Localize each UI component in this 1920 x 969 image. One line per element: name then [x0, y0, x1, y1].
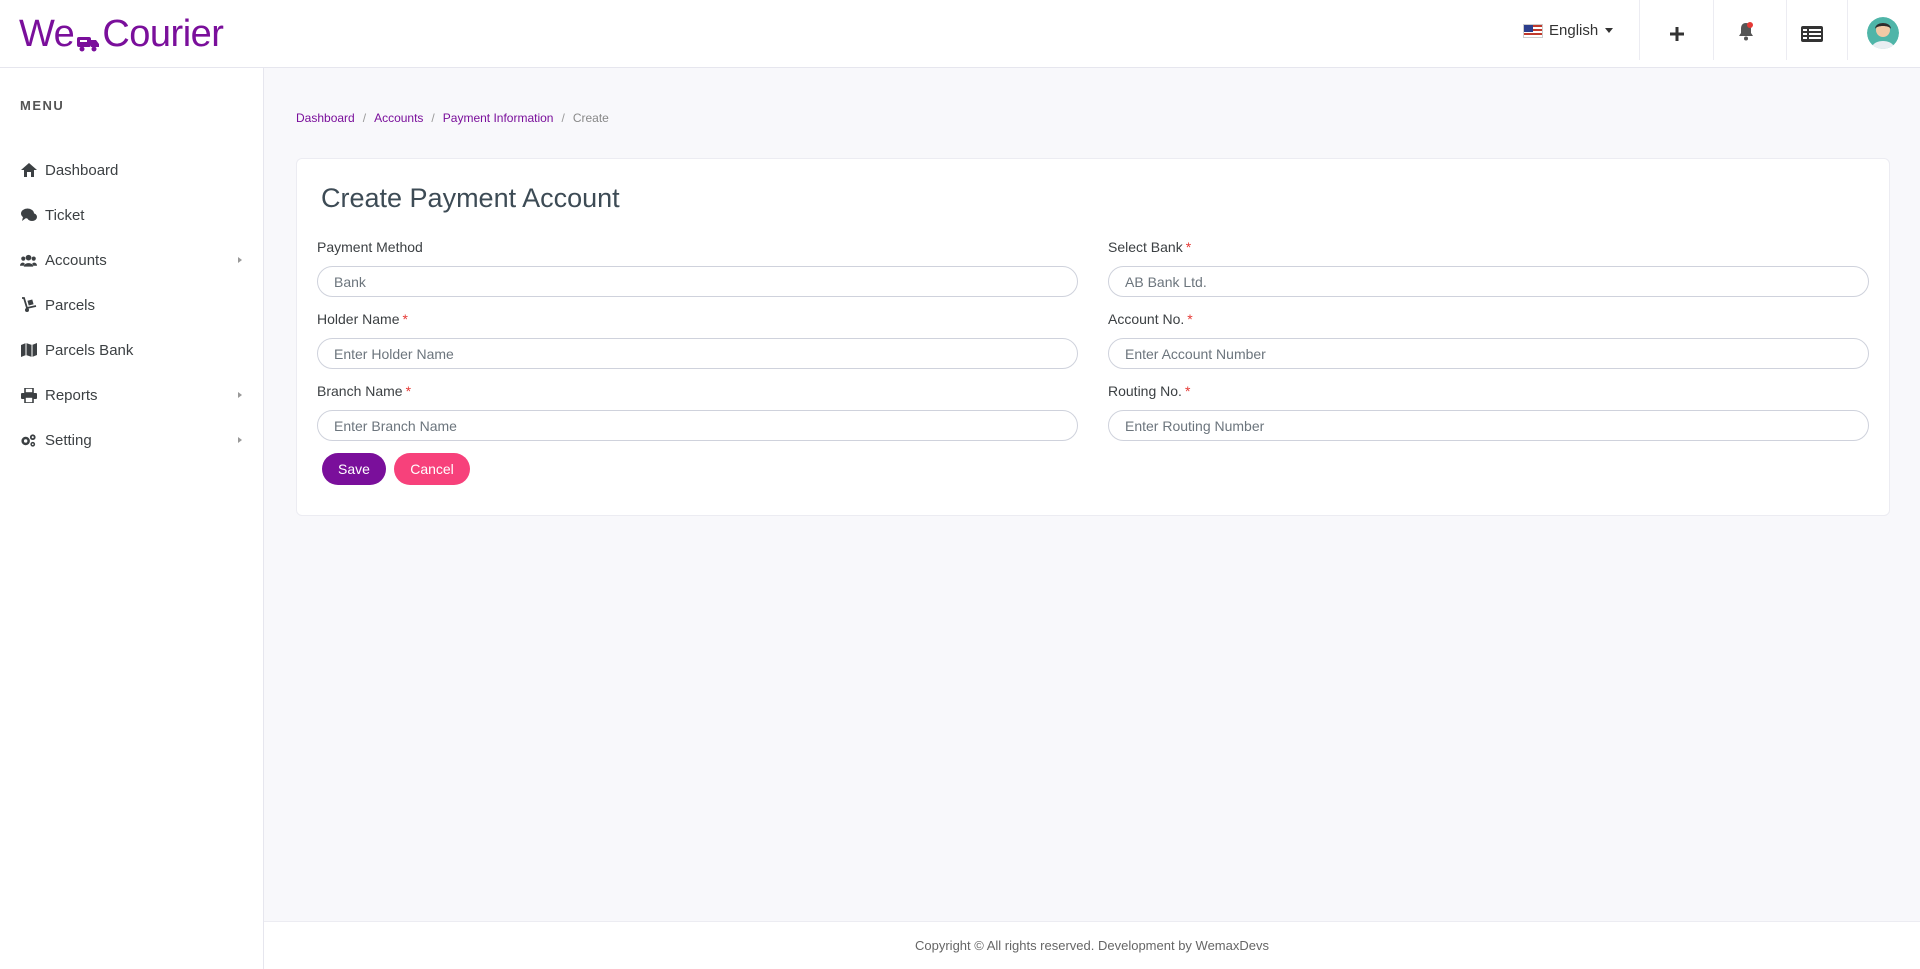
branch-name-input[interactable] — [317, 410, 1078, 441]
sidebar-item-dashboard[interactable]: Dashboard — [0, 153, 264, 187]
breadcrumb-current: Create — [572, 111, 609, 125]
required-mark: * — [1185, 239, 1192, 255]
home-icon — [20, 162, 37, 179]
account-no-label-text: Account No. — [1108, 311, 1185, 327]
header-divider — [1786, 0, 1787, 60]
payment-account-form-card: Create Payment Account Payment Method Se… — [296, 158, 1890, 516]
breadcrumb-separator: / — [561, 111, 565, 125]
holder-name-label: Holder Name * — [317, 311, 408, 327]
sidebar-item-parcels-bank[interactable]: Parcels Bank — [0, 333, 264, 367]
sidebar-item-label: Parcels — [45, 296, 96, 314]
chevron-right-icon — [238, 437, 242, 443]
breadcrumb-separator: / — [362, 111, 367, 125]
notification-button[interactable] — [1729, 14, 1763, 48]
us-flag-icon — [1523, 23, 1543, 38]
chevron-right-icon — [238, 257, 242, 263]
caret-down-icon — [1605, 28, 1614, 33]
sidebar-item-reports[interactable]: Reports — [0, 378, 264, 412]
required-mark: * — [1187, 311, 1193, 327]
breadcrumb-accounts[interactable]: Accounts — [374, 111, 423, 125]
routing-no-label: Routing No. * — [1108, 383, 1190, 399]
save-button[interactable]: Save — [322, 453, 386, 485]
sidebar-item-label: Accounts — [45, 251, 107, 269]
sidebar-item-label: Setting — [45, 431, 92, 449]
select-bank-field[interactable] — [1108, 266, 1869, 297]
required-mark: * — [402, 311, 408, 327]
language-label: English — [1549, 22, 1599, 39]
sidebar-item-label: Ticket — [45, 206, 85, 224]
account-no-label: Account No. * — [1108, 311, 1193, 327]
gears-icon — [20, 432, 37, 449]
map-icon — [20, 342, 37, 359]
header-divider — [1639, 0, 1640, 60]
breadcrumb-dashboard[interactable]: Dashboard — [296, 111, 355, 125]
payment-method-label-text: Payment Method — [317, 239, 423, 255]
cancel-button[interactable]: Cancel — [394, 453, 470, 485]
breadcrumb-separator: / — [431, 111, 435, 125]
routing-no-label-text: Routing No. — [1108, 383, 1182, 399]
branch-name-label: Branch Name * — [317, 383, 411, 399]
branch-name-label-text: Branch Name — [317, 383, 403, 399]
chevron-right-icon — [238, 392, 242, 398]
header-divider — [1713, 0, 1714, 60]
sidebar-item-ticket[interactable]: Ticket — [0, 198, 264, 232]
add-button[interactable] — [1660, 17, 1694, 51]
sidebar-item-label: Reports — [45, 386, 98, 404]
logo-text-right: Courier — [102, 12, 224, 55]
language-selector[interactable]: English — [1523, 22, 1614, 39]
logo-text-left: We — [19, 12, 75, 55]
sidebar-item-parcels[interactable]: Parcels — [0, 288, 264, 322]
sidebar-item-accounts[interactable]: Accounts — [0, 243, 264, 277]
select-bank-label: Select Bank * — [1108, 239, 1191, 255]
menu-list-button[interactable] — [1795, 17, 1829, 51]
sidebar-item-label: Parcels Bank — [45, 341, 134, 359]
printer-icon — [20, 387, 37, 404]
holder-name-label-text: Holder Name — [317, 311, 400, 327]
footer: Copyright © All rights reserved. Develop… — [264, 921, 1920, 969]
breadcrumb-payment-information[interactable]: Payment Information — [443, 111, 554, 125]
payment-method-label: Payment Method — [317, 239, 423, 255]
sidebar-item-setting[interactable]: Setting — [0, 423, 264, 457]
required-mark: * — [1184, 383, 1191, 399]
menu-title: MENU — [20, 98, 65, 113]
logo[interactable]: We Courier — [19, 12, 224, 56]
select-bank-label-text: Select Bank — [1108, 239, 1183, 255]
holder-name-input[interactable] — [317, 338, 1078, 369]
chat-icon — [20, 207, 37, 224]
top-header: We Courier English — [0, 0, 1920, 68]
header-divider — [1847, 0, 1848, 60]
page-title: Create Payment Account — [321, 183, 620, 213]
breadcrumb: Dashboard / Accounts / Payment Informati… — [296, 111, 609, 125]
copyright-text: Copyright © All rights reserved. Develop… — [915, 938, 1269, 953]
truck-icon — [75, 21, 101, 52]
list-icon — [1801, 26, 1823, 42]
plus-icon — [1670, 27, 1684, 41]
payment-method-field[interactable] — [317, 266, 1078, 297]
routing-number-input[interactable] — [1108, 410, 1869, 441]
bell-icon — [1739, 22, 1753, 41]
dolly-icon — [20, 297, 37, 314]
sidebar: MENU Dashboard Ticket Accounts Parcels P… — [0, 68, 264, 969]
account-number-input[interactable] — [1108, 338, 1869, 369]
users-icon — [20, 252, 37, 269]
avatar[interactable] — [1867, 17, 1899, 49]
sidebar-item-label: Dashboard — [45, 161, 119, 179]
required-mark: * — [405, 383, 412, 399]
